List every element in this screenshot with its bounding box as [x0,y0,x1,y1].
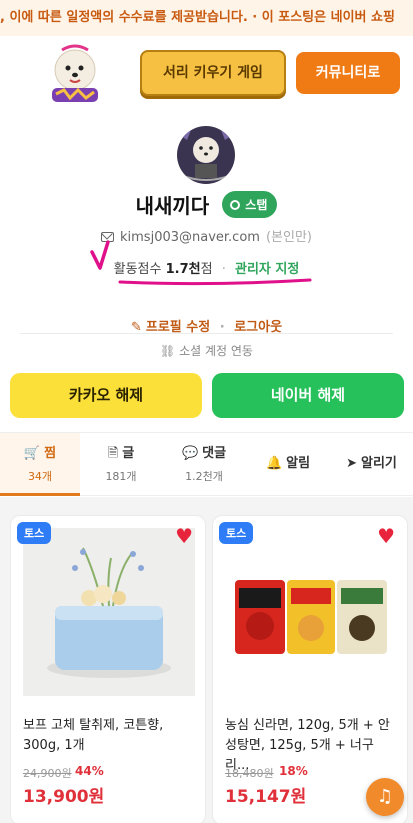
tab-label: 찜 [44,446,57,461]
nickname: 내새끼다 [135,194,210,218]
sale-price: 15,147원 [225,787,307,807]
social-link-row[interactable]: ⛓ 소셜 계정 연동 [0,342,413,362]
discount-rate: 18% [279,764,308,778]
tab-count: 34개 [27,470,53,483]
product-image [225,528,397,696]
mail-icon [101,232,114,242]
original-price: 18,480원 [225,767,274,780]
header: 서리 키우기 게임 커뮤니티로 [0,36,413,114]
music-note-icon[interactable]: ♫ [366,778,404,816]
tab-label: 댓글 [202,446,227,461]
separator: · [221,262,226,277]
toss-tag: 토스 [17,522,52,544]
avatar [177,126,235,184]
product-card[interactable]: 토스 ♥ 농심 신라면, 120g, 5개 + 안성탕면, 125g, 5개 +… [212,515,408,823]
tab-posts[interactable]: 🗎 글 181개 [80,433,162,496]
name-row: 내새끼다 스탭 [0,190,413,222]
tab-label: 알리기 [361,456,397,471]
tab-label: 글 [122,446,135,461]
community-button[interactable]: 커뮤니티로 [296,52,400,94]
tab-notifications[interactable]: 🔔 알림 [246,433,330,496]
naver-unlink-button[interactable]: 네이버 해제 [212,373,404,418]
document-icon: 🗎 [107,446,119,461]
divider [20,333,393,334]
tab-label: 알림 [286,456,311,471]
toss-tag: 토스 [219,522,254,544]
tab-share[interactable]: ➤ 알리기 [330,433,413,496]
game-button[interactable]: 서리 키우기 게임 [140,50,286,96]
dog-mascot-logo-icon[interactable] [48,44,102,106]
product-card[interactable]: 토스 ♥ 보프 고체 탈취제, 코튼향, 300g, 1개 24,900원 44… [10,515,206,823]
discount-rate: 44% [75,764,104,778]
tab-wishlist[interactable]: 🛒 찜 34개 [0,433,80,496]
social-link-label: 소셜 계정 연동 [179,344,253,358]
link-icon: ⛓ [160,344,180,358]
score-value: 1.7천 [165,262,201,277]
staff-badge-label: 스탭 [245,198,268,212]
score-row: 활동점수 1.7천점 · 관리자 지정 [0,258,413,278]
score-label: 활동점수 [113,262,162,277]
tab-count: 181개 [105,470,137,483]
product-image [23,528,195,696]
email-text: kimsj003@naver.com [120,230,260,245]
original-price: 24,900원 [23,767,72,780]
tab-count: 1.2천개 [185,470,223,483]
owner-only-note: (본인만) [265,230,312,245]
product-title: 보프 고체 탈취제, 코튼향, 300g, 1개 [23,718,164,753]
comment-icon: 💬 [181,446,199,461]
score-unit: 점 [200,262,213,277]
tab-comments[interactable]: 💬 댓글 1.2천개 [162,433,246,496]
kakao-unlink-button[interactable]: 카카오 해제 [10,373,202,418]
email-row: kimsj003@naver.com (본인만) [0,226,413,246]
admin-assign-link[interactable]: 관리자 지정 [235,262,299,277]
medal-icon [230,200,241,210]
staff-badge: 스탭 [222,191,278,218]
heart-icon[interactable]: ♥ [175,526,193,546]
heart-icon[interactable]: ♥ [377,526,395,546]
cart-icon: 🛒 [23,446,41,461]
sale-price: 13,900원 [23,787,105,807]
share-icon: ➤ [346,456,357,471]
profile-tabs: 🛒 찜 34개 🗎 글 181개 💬 댓글 1.2천개 🔔 알림 ➤ 알리기 [0,432,413,496]
bell-icon: 🔔 [265,456,283,471]
notice-ticker: , 이에 따른 일정액의 수수료를 제공받습니다. · 이 포스팅은 네이버 쇼… [0,0,413,36]
